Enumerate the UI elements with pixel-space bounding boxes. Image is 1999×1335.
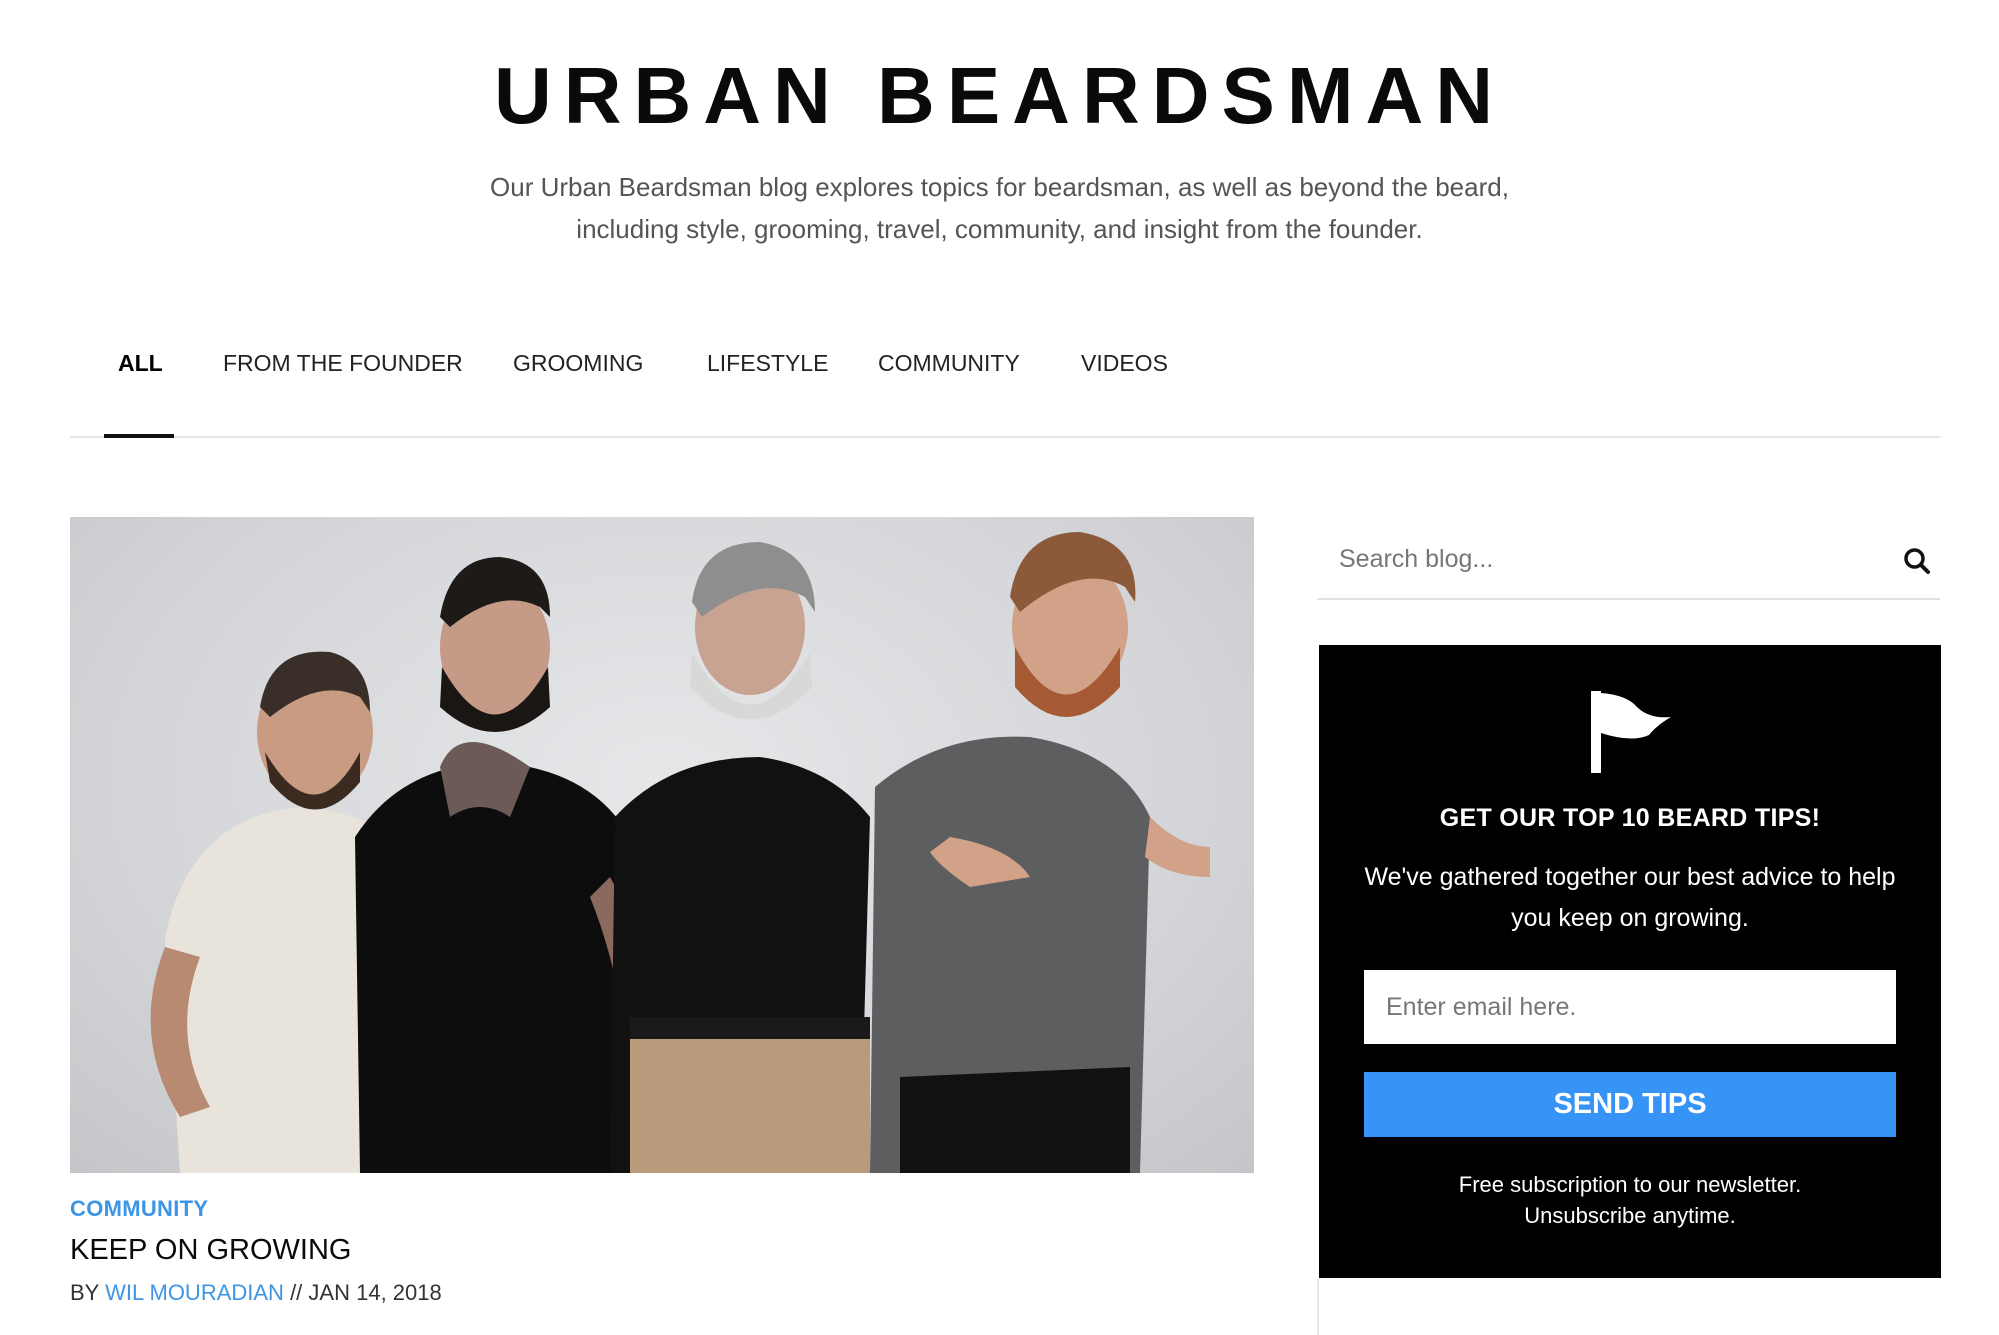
flag-icon (1591, 691, 1671, 773)
nav-item-videos[interactable]: VIDEOS (1081, 330, 1168, 436)
sidebar-divider (1317, 1278, 1319, 1335)
email-field[interactable] (1364, 970, 1896, 1044)
nav-item-label: LIFESTYLE (707, 350, 829, 376)
search-input[interactable] (1337, 538, 1861, 580)
tagline-line-1: Our Urban Beardsman blog explores topics… (490, 172, 1509, 202)
nav-item-label: VIDEOS (1081, 350, 1168, 376)
nav-item-all[interactable]: ALL (118, 330, 163, 436)
post-date: JAN 14, 2018 (308, 1280, 442, 1305)
tagline-line-2: including style, grooming, travel, commu… (576, 214, 1423, 244)
promo-fine-print: Free subscription to our newsletter. Uns… (1339, 1169, 1921, 1231)
nav-item-label: GROOMING (513, 350, 644, 376)
byline-prefix: BY (70, 1280, 99, 1305)
site-tagline: Our Urban Beardsman blog explores topics… (0, 166, 1999, 250)
send-tips-button[interactable]: SEND TIPS (1364, 1072, 1896, 1137)
active-tab-indicator (104, 434, 174, 438)
blog-search (1317, 520, 1940, 600)
nav-item-label: COMMUNITY (878, 350, 1020, 376)
nav-item-community[interactable]: COMMUNITY (878, 330, 1020, 436)
photo-four-bearded-men-icon (150, 532, 1210, 1173)
promo-description: We've gathered together our best advice … (1364, 863, 1896, 932)
nav-item-label: FROM THE FOUNDER (223, 350, 463, 376)
post-title-link[interactable]: KEEP ON GROWING (70, 1234, 351, 1267)
post-category-link[interactable]: COMMUNITY (70, 1196, 208, 1222)
site-title[interactable]: URBAN BEARDSMAN (0, 50, 1999, 142)
search-icon[interactable] (1902, 546, 1932, 576)
category-nav: ALL FROM THE FOUNDER GROOMING LIFESTYLE … (70, 330, 1940, 438)
promo-heading: GET OUR TOP 10 BEARD TIPS! (1439, 804, 1821, 832)
nav-item-lifestyle[interactable]: LIFESTYLE (707, 330, 828, 436)
fine-print-line-2: Unsubscribe anytime. (1524, 1203, 1736, 1228)
post-featured-image[interactable] (70, 517, 1254, 1173)
nav-item-grooming[interactable]: GROOMING (513, 330, 643, 436)
fine-print-line-1: Free subscription to our newsletter. (1458, 1172, 1802, 1197)
post-byline: BY WIL MOURADIAN // JAN 14, 2018 (70, 1280, 442, 1306)
author-link[interactable]: WIL MOURADIAN (105, 1280, 284, 1305)
nav-item-from-the-founder[interactable]: FROM THE FOUNDER (223, 330, 463, 436)
nav-item-label: ALL (118, 350, 163, 376)
newsletter-promo: GET OUR TOP 10 BEARD TIPS! We've gathere… (1319, 645, 1941, 1278)
date-separator: // (290, 1280, 303, 1305)
